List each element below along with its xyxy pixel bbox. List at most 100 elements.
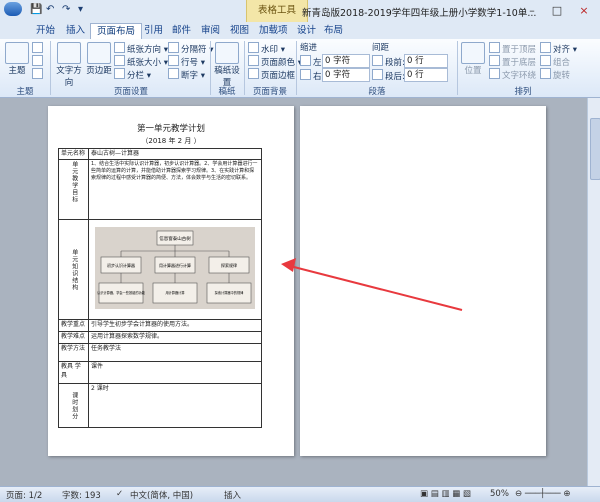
position-label: 位置 <box>464 66 482 76</box>
align-button[interactable]: 对齐 ▾ <box>540 42 577 55</box>
page-count[interactable]: 页面: 1/2 <box>6 489 42 501</box>
spacing-after-label: 段后: <box>372 69 405 82</box>
bring-front-button[interactable]: 置于顶层 <box>489 42 536 55</box>
tab-page-layout[interactable]: 页面布局 <box>90 23 143 40</box>
context-tool-label: 表格工具 <box>246 0 308 22</box>
colors-icon <box>32 42 43 53</box>
indent-left-icon <box>300 55 311 66</box>
text-wrap-button[interactable]: 文字环绕 <box>489 68 536 81</box>
tab-home[interactable]: 开始 <box>30 23 61 39</box>
group-icon <box>540 55 551 66</box>
spacing-before-label: 段前: <box>372 55 405 68</box>
line-numbers-icon <box>168 55 179 66</box>
breaks-button[interactable]: 分隔符 ▾ <box>168 42 213 55</box>
proofing-icon[interactable]: ✓ <box>116 489 123 499</box>
tab-insert[interactable]: 插入 <box>60 23 91 39</box>
text-wrap-icon <box>489 68 500 79</box>
rotate-icon <box>540 68 551 79</box>
minimize-button[interactable]: – <box>520 2 544 19</box>
indent-left-label: 左: <box>300 55 324 68</box>
orientation-button[interactable]: 纸张方向 ▾ <box>114 42 168 55</box>
send-back-icon <box>489 55 500 66</box>
group-label-paper: 稿纸 <box>218 87 236 97</box>
bring-front-icon <box>489 42 500 53</box>
annotation-arrow <box>281 258 463 311</box>
rotate-button[interactable]: 旋转 <box>540 68 570 81</box>
vertical-scrollbar[interactable] <box>587 98 600 486</box>
page-color-button[interactable]: 页面颜色 ▾ <box>248 55 302 68</box>
undo-icon[interactable]: ↶ <box>46 4 54 15</box>
theme-button[interactable]: 主题 <box>4 42 30 76</box>
hyphenation-button[interactable]: 断字 ▾ <box>168 68 205 81</box>
size-button[interactable]: 纸张大小 ▾ <box>114 55 168 68</box>
tab-view[interactable]: 视图 <box>224 23 255 39</box>
position-icon <box>461 42 485 64</box>
paper-icon <box>215 42 239 64</box>
save-icon[interactable]: 💾 <box>30 4 42 15</box>
page-border-label: 页面边框 <box>261 71 296 81</box>
page-border-button[interactable]: 页面边框 <box>248 68 295 81</box>
watermark-button[interactable]: 水印 ▾ <box>248 42 285 55</box>
columns-button[interactable]: 分栏 ▾ <box>114 68 151 81</box>
language-status[interactable]: 中文(简体, 中国) <box>130 489 193 501</box>
hyphenation-label: 断字 <box>181 71 199 81</box>
document-area[interactable]: 第一单元教学计划 （2018 年 2 月 ） 单元名称 泰山古树—计算器 单元教… <box>0 98 600 486</box>
columns-icon <box>114 68 125 79</box>
text-direction-button[interactable]: 文字方向 <box>53 42 85 88</box>
ribbon: 主题 主题 文字方向 页边距 纸张方向 ▾ 纸张大小 ▾ 分栏 ▾ 分隔符 ▾ … <box>0 39 600 98</box>
indent-left-input[interactable]: 0 字符 <box>322 54 370 68</box>
align-icon <box>540 42 551 53</box>
maximize-button[interactable]: □ <box>545 2 569 19</box>
hyphenation-icon <box>168 68 179 79</box>
margins-button[interactable]: 页边距 <box>86 42 112 76</box>
group-label-arrange: 排列 <box>514 87 532 97</box>
theme-label: 主题 <box>8 66 26 76</box>
line-numbers-button[interactable]: 行号 ▾ <box>168 55 205 68</box>
fonts-icon <box>32 55 43 66</box>
tab-review[interactable]: 审阅 <box>195 23 226 39</box>
margins-label: 页边距 <box>86 66 112 76</box>
page-color-icon <box>248 55 259 66</box>
close-button[interactable]: × <box>572 2 596 19</box>
watermark-icon <box>248 42 259 53</box>
zoom-level[interactable]: 50% <box>490 489 509 499</box>
size-icon <box>114 55 125 66</box>
indent-right-icon <box>300 69 311 80</box>
title-bar: 💾 ↶ ↷ ▾ 表格工具 新青岛版2018-2019学年四年级上册小学数学1-1… <box>0 0 600 23</box>
position-button[interactable]: 位置 <box>461 42 485 76</box>
zoom-slider[interactable]: ⊖ ───┼─── ⊕ <box>515 489 570 499</box>
office-button[interactable] <box>4 2 22 16</box>
orientation-icon <box>114 42 125 53</box>
spacing-before-input[interactable]: 0 行 <box>404 54 448 68</box>
indent-right-input[interactable]: 0 字符 <box>322 68 370 82</box>
breaks-label: 分隔符 <box>181 45 207 55</box>
theme-colors-button[interactable] <box>32 42 45 55</box>
indent-heading: 缩进 <box>300 43 318 53</box>
page-border-icon <box>248 68 259 79</box>
tab-addins[interactable]: 加载项 <box>253 23 294 39</box>
spacing-after-input[interactable]: 0 行 <box>404 68 448 82</box>
group-label-background: 页面背景 <box>252 87 287 97</box>
quick-access-dropdown-icon[interactable]: ▾ <box>78 4 83 15</box>
indent-right-label: 右: <box>300 69 324 82</box>
scroll-thumb[interactable] <box>590 118 600 180</box>
tab-mailings[interactable]: 邮件 <box>166 23 197 39</box>
tab-references[interactable]: 引用 <box>138 23 169 39</box>
line-numbers-label: 行号 <box>181 58 199 68</box>
group-label-page-setup: 页面设置 <box>113 87 148 97</box>
insert-mode[interactable]: 插入 <box>224 489 241 501</box>
tab-layout[interactable]: 布局 <box>318 23 349 39</box>
theme-fonts-button[interactable] <box>32 55 45 68</box>
paper-setting-button[interactable]: 稿纸设置 <box>213 42 241 88</box>
size-label: 纸张大小 <box>127 58 162 68</box>
page-color-label: 页面颜色 <box>261 58 296 68</box>
view-buttons-icon[interactable]: ▣ ▤ ▥ ▦ ▧ <box>420 489 471 499</box>
word-count[interactable]: 字数: 193 <box>62 489 101 501</box>
ribbon-tabs: 开始 插入 页面布局 引用 邮件 审阅 视图 加载项 设计 布局 <box>0 22 600 40</box>
redo-icon[interactable]: ↷ <box>62 4 70 15</box>
group-label-paragraph: 段落 <box>368 87 386 97</box>
group-button[interactable]: 组合 <box>540 55 570 68</box>
status-bar: 页面: 1/2 字数: 193 ✓ 中文(简体, 中国) 插入 ▣ ▤ ▥ ▦ … <box>0 486 600 502</box>
send-back-button[interactable]: 置于底层 <box>489 55 536 68</box>
theme-effects-button[interactable] <box>32 68 45 81</box>
